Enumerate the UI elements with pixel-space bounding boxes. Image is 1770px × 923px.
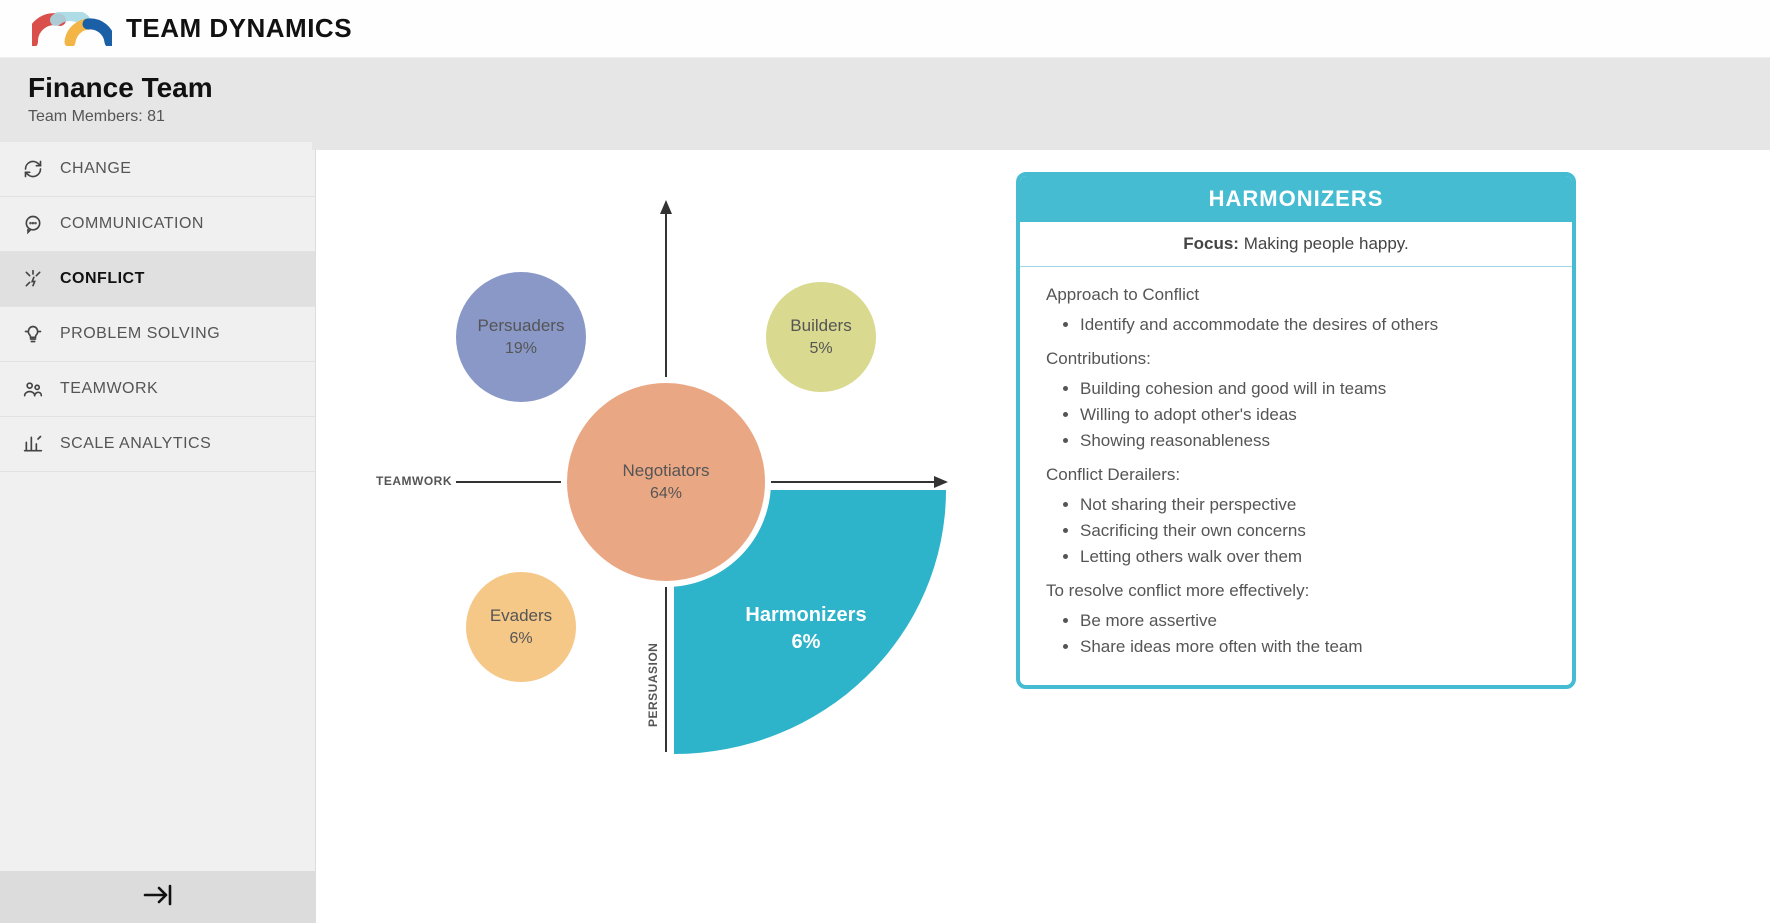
bubble-persuaders[interactable]: Persuaders 19% bbox=[456, 272, 586, 402]
sidebar-item-change[interactable]: CHANGE bbox=[0, 142, 315, 197]
chat-icon bbox=[22, 213, 44, 235]
panel-focus-label: Focus: bbox=[1183, 234, 1239, 253]
section-list: Building cohesion and good will in teams… bbox=[1046, 379, 1546, 451]
list-item: Not sharing their perspective bbox=[1080, 495, 1546, 515]
sidebar-item-label: PROBLEM SOLVING bbox=[60, 325, 220, 343]
spark-icon bbox=[22, 268, 44, 290]
refresh-icon bbox=[22, 158, 44, 180]
list-item: Sacrificing their own concerns bbox=[1080, 521, 1546, 541]
sidebar-item-conflict[interactable]: CONFLICT bbox=[0, 252, 315, 307]
axis-label-x: TEAMWORK bbox=[376, 474, 452, 488]
sidebar-item-problem-solving[interactable]: PROBLEM SOLVING bbox=[0, 307, 315, 362]
section-list: Be more assertive Share ideas more often… bbox=[1046, 611, 1546, 657]
bubble-negotiators[interactable]: Negotiators 64% bbox=[561, 377, 771, 587]
barchart-icon bbox=[22, 433, 44, 455]
team-members-count: 81 bbox=[147, 108, 165, 125]
team-header: Finance Team Team Members: 81 bbox=[0, 58, 1770, 142]
section-list: Identify and accommodate the desires of … bbox=[1046, 315, 1546, 335]
bubble-label: Evaders bbox=[490, 605, 552, 627]
panel-focus: Focus: Making people happy. bbox=[1020, 222, 1572, 267]
panel-title: HARMONIZERS bbox=[1020, 176, 1572, 222]
list-item: Letting others walk over them bbox=[1080, 547, 1546, 567]
sidebar-item-label: CHANGE bbox=[60, 160, 131, 178]
arrow-collapse-icon bbox=[141, 878, 175, 917]
sidebar: CHANGE COMMUNICATION CONFLICT PROBLEM SO… bbox=[0, 142, 316, 923]
bubble-pct: 6% bbox=[509, 629, 532, 650]
bubble-pct: 5% bbox=[809, 339, 832, 360]
list-item: Identify and accommodate the desires of … bbox=[1080, 315, 1546, 335]
lightbulb-icon bbox=[22, 323, 44, 345]
team-members: Team Members: 81 bbox=[28, 108, 1742, 126]
bubble-label: Negotiators bbox=[623, 460, 710, 482]
sidebar-item-label: COMMUNICATION bbox=[60, 215, 204, 233]
section-title: Conflict Derailers: bbox=[1046, 465, 1546, 485]
team-name: Finance Team bbox=[28, 72, 1742, 104]
brand-logo-icon bbox=[32, 12, 112, 46]
sidebar-item-communication[interactable]: COMMUNICATION bbox=[0, 197, 315, 252]
axis-label-y: PERSUASION bbox=[646, 643, 660, 727]
list-item: Share ideas more often with the team bbox=[1080, 637, 1546, 657]
bubble-pct: 19% bbox=[505, 339, 537, 360]
section-title: Approach to Conflict bbox=[1046, 285, 1546, 305]
brand-title: TEAM DYNAMICS bbox=[126, 13, 352, 44]
bubble-pct: 64% bbox=[650, 484, 682, 505]
bubble-label: Persuaders bbox=[478, 315, 565, 337]
panel-body: Approach to Conflict Identify and accomm… bbox=[1020, 267, 1572, 685]
list-item: Willing to adopt other's ideas bbox=[1080, 405, 1546, 425]
team-members-label: Team Members: bbox=[28, 108, 143, 125]
section-list: Not sharing their perspective Sacrificin… bbox=[1046, 495, 1546, 567]
bubble-label: Builders bbox=[790, 315, 851, 337]
section-title: Contributions: bbox=[1046, 349, 1546, 369]
content: Negotiators 64% Persuaders 19% Builders … bbox=[316, 142, 1770, 923]
bubble-builders[interactable]: Builders 5% bbox=[766, 282, 876, 392]
list-item: Building cohesion and good will in teams bbox=[1080, 379, 1546, 399]
conflict-quadrant-chart: Negotiators 64% Persuaders 19% Builders … bbox=[346, 172, 986, 772]
sidebar-item-label: SCALE ANALYTICS bbox=[60, 435, 211, 453]
brand-bar: TEAM DYNAMICS bbox=[0, 0, 1770, 58]
sidebar-item-label: TEAMWORK bbox=[60, 380, 158, 398]
list-item: Showing reasonableness bbox=[1080, 431, 1546, 451]
sidebar-item-label: CONFLICT bbox=[60, 270, 145, 288]
sidebar-collapse-button[interactable] bbox=[0, 871, 315, 923]
sidebar-item-teamwork[interactable]: TEAMWORK bbox=[0, 362, 315, 417]
detail-panel: HARMONIZERS Focus: Making people happy. … bbox=[1016, 172, 1576, 689]
people-icon bbox=[22, 378, 44, 400]
section-title: To resolve conflict more effectively: bbox=[1046, 581, 1546, 601]
sidebar-item-scale-analytics[interactable]: SCALE ANALYTICS bbox=[0, 417, 315, 472]
list-item: Be more assertive bbox=[1080, 611, 1546, 631]
bubble-evaders[interactable]: Evaders 6% bbox=[466, 572, 576, 682]
panel-focus-text: Making people happy. bbox=[1244, 234, 1409, 253]
